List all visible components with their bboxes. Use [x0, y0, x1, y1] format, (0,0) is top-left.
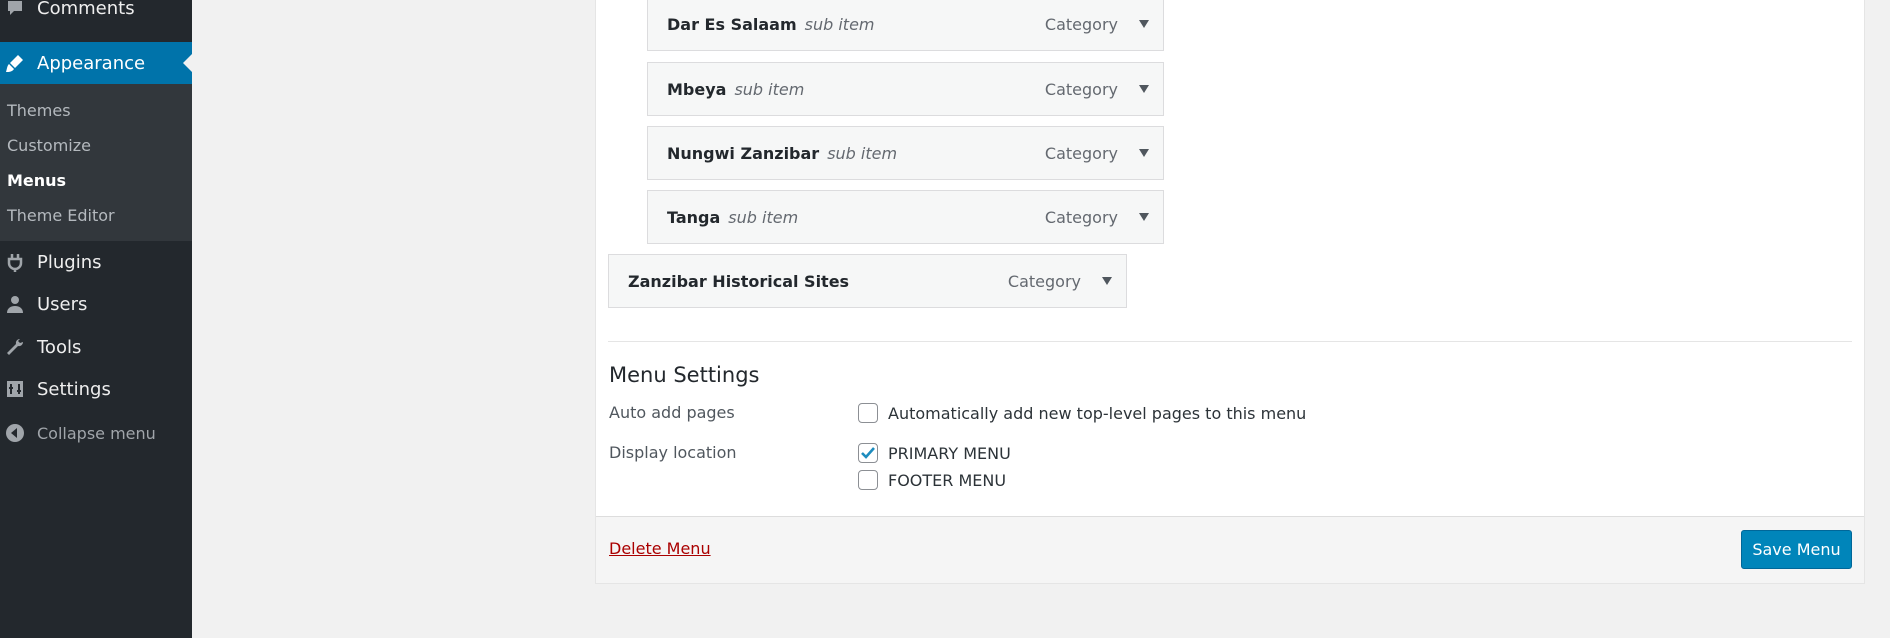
menu-item-dar-es-salaam[interactable]: Dar Es Salaam sub item Category: [647, 0, 1164, 51]
primary-menu-option[interactable]: PRIMARY MENU: [858, 443, 1011, 463]
nav-plugins-label: Plugins: [37, 251, 102, 273]
auto-add-checkbox[interactable]: [858, 403, 878, 423]
menu-item-tanga[interactable]: Tanga sub item Category: [647, 190, 1164, 244]
menu-item-sub-label: sub item: [728, 207, 799, 227]
submenu-customize[interactable]: Customize: [7, 136, 91, 155]
menu-item-type: Category: [1044, 79, 1118, 99]
submenu-themes[interactable]: Themes: [7, 101, 71, 120]
footer-menu-checkbox[interactable]: [858, 470, 878, 490]
menu-item-type: Category: [1044, 14, 1118, 34]
menu-settings-heading: Menu Settings: [609, 363, 760, 387]
primary-menu-label: PRIMARY MENU: [888, 443, 1011, 463]
nav-tools-label: Tools: [37, 336, 82, 358]
collapse-icon: [2, 420, 28, 446]
nav-settings-label: Settings: [37, 378, 111, 400]
collapse-menu-label: Collapse menu: [37, 423, 156, 443]
nav-comments[interactable]: Comments: [0, 0, 192, 29]
menu-item-sub-label: sub item: [734, 79, 805, 99]
section-divider: [608, 341, 1852, 342]
menu-item-nungwi-zanzibar[interactable]: Nungwi Zanzibar sub item Category: [647, 126, 1164, 180]
menu-item-title: Tanga sub item: [667, 207, 799, 227]
nav-settings[interactable]: Settings: [0, 368, 192, 410]
item-toggle-arrow-icon[interactable]: [1139, 20, 1149, 28]
auto-add-pages-label: Auto add pages: [609, 403, 735, 422]
nav-appearance[interactable]: Appearance: [0, 42, 192, 84]
settings-sliders-icon: [2, 376, 28, 402]
menu-item-title: Zanzibar Historical Sites: [628, 271, 850, 291]
submenu-menus[interactable]: Menus: [7, 171, 66, 190]
item-toggle-arrow-icon[interactable]: [1139, 149, 1149, 157]
menu-item-zanzibar-historical-sites[interactable]: Zanzibar Historical Sites Category: [608, 254, 1127, 308]
comment-icon: [2, 0, 28, 21]
menu-edit-panel: Dar Es Salaam sub item Category Mbeya sub …: [595, 0, 1865, 584]
item-toggle-arrow-icon[interactable]: [1139, 85, 1149, 93]
nav-plugins[interactable]: Plugins: [0, 241, 192, 283]
menu-item-type: Category: [1007, 271, 1081, 291]
menu-item-sub-label: sub item: [804, 14, 875, 34]
plug-icon: [2, 249, 28, 275]
menu-item-mbeya[interactable]: Mbeya sub item Category: [647, 62, 1164, 116]
admin-sidebar: Comments Appearance Themes Customize Men…: [0, 0, 192, 638]
menu-item-type: Category: [1044, 143, 1118, 163]
menu-footer-bar: Delete Menu Save Menu: [596, 516, 1864, 583]
display-location-label: Display location: [609, 443, 737, 462]
nav-users[interactable]: Users: [0, 283, 192, 325]
delete-menu-link[interactable]: Delete Menu: [609, 539, 711, 558]
nav-comments-label: Comments: [37, 0, 135, 19]
menu-item-title: Mbeya sub item: [667, 79, 805, 99]
user-icon: [2, 291, 28, 317]
submenu-theme-editor[interactable]: Theme Editor: [7, 206, 115, 225]
wrench-icon: [2, 334, 28, 360]
nav-tools[interactable]: Tools: [0, 326, 192, 368]
nav-users-label: Users: [37, 293, 88, 315]
nav-appearance-label: Appearance: [37, 52, 146, 74]
menu-item-title: Nungwi Zanzibar sub item: [667, 143, 898, 163]
collapse-menu-button[interactable]: Collapse menu: [0, 412, 192, 454]
auto-add-pages-option[interactable]: Automatically add new top-level pages to…: [858, 403, 1306, 423]
save-menu-button[interactable]: Save Menu: [1741, 530, 1852, 569]
menu-item-type: Category: [1044, 207, 1118, 227]
appearance-submenu: Themes Customize Menus Theme Editor: [0, 84, 192, 241]
checkmark-icon: [861, 447, 875, 459]
primary-menu-checkbox[interactable]: [858, 443, 878, 463]
item-toggle-arrow-icon[interactable]: [1139, 213, 1149, 221]
item-toggle-arrow-icon[interactable]: [1102, 277, 1112, 285]
paintbrush-icon: [2, 50, 28, 76]
menu-item-title: Dar Es Salaam sub item: [667, 14, 875, 34]
auto-add-option-label: Automatically add new top-level pages to…: [888, 403, 1307, 423]
footer-menu-option[interactable]: FOOTER MENU: [858, 470, 1006, 490]
menu-item-sub-label: sub item: [827, 143, 898, 163]
footer-menu-label: FOOTER MENU: [888, 470, 1007, 490]
